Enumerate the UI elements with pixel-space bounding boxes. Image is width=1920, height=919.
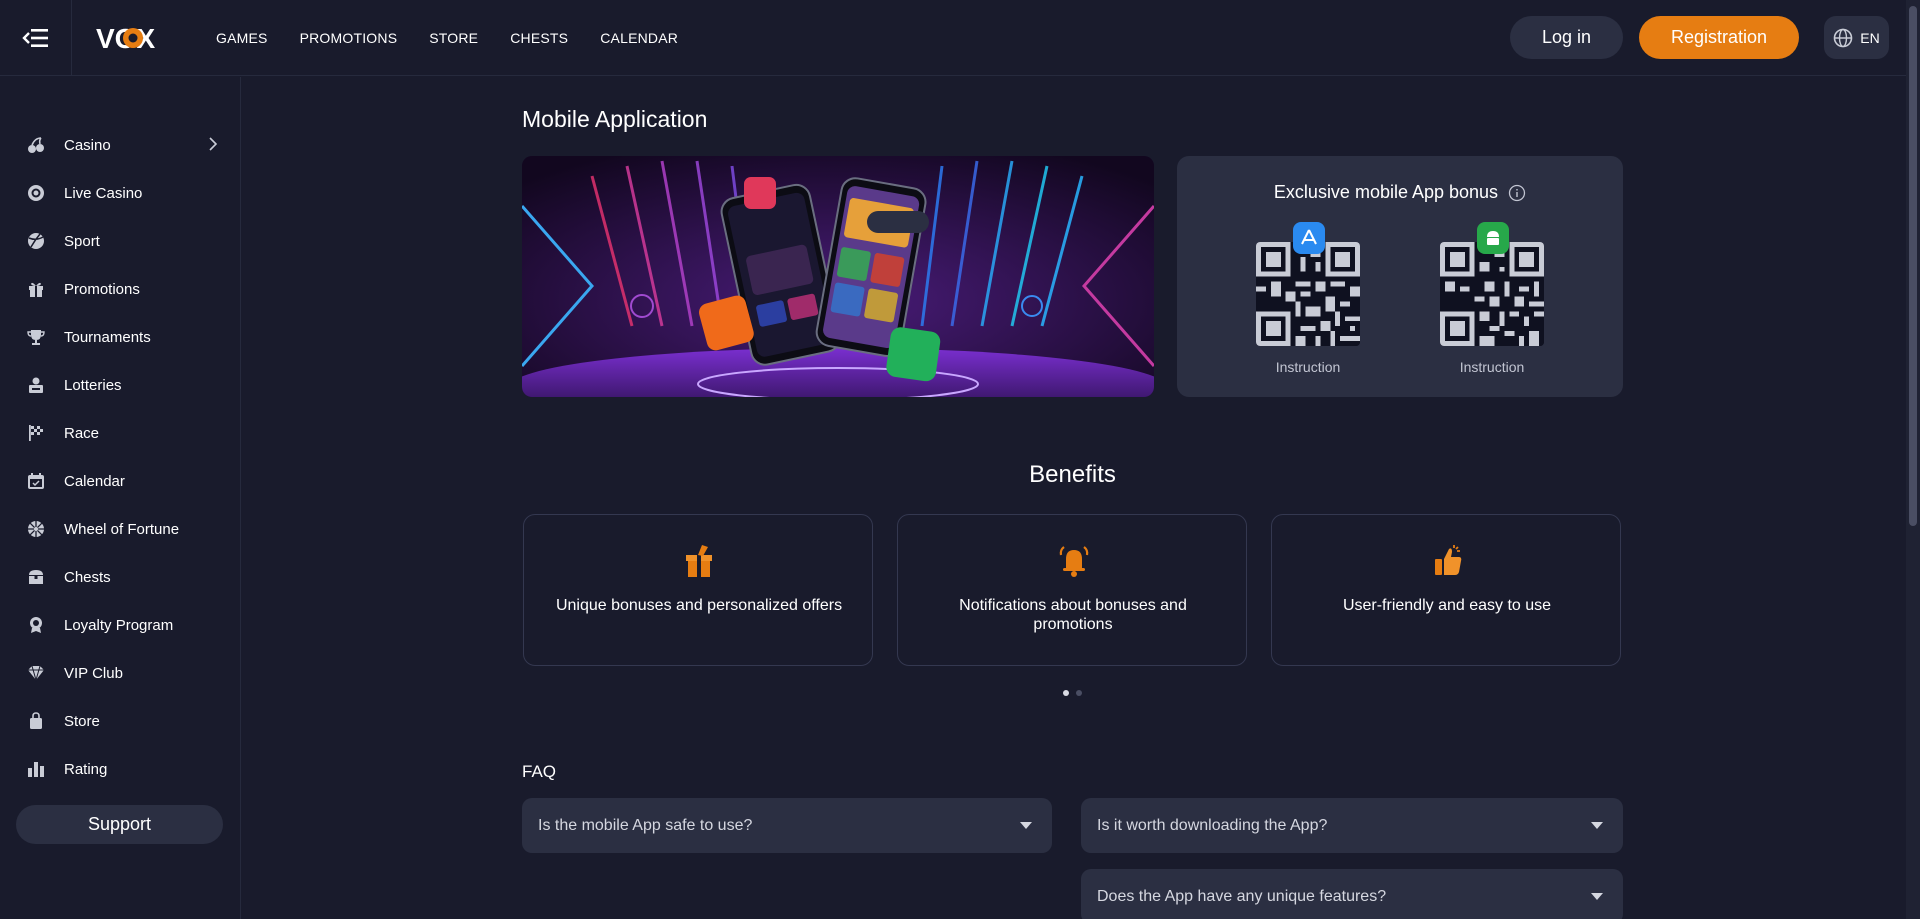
lottery-icon — [27, 376, 45, 394]
android-qr-block: Instruction — [1440, 222, 1544, 375]
benefit-card: Notifications about bonuses and promotio… — [897, 514, 1247, 666]
sidebar-item-lotteries[interactable]: Lotteries — [0, 365, 240, 405]
sidebar-item-label: Wheel of Fortune — [64, 520, 180, 538]
sidebar-item-rating[interactable]: Rating — [0, 749, 240, 789]
sidebar-item-label: Store — [64, 712, 100, 730]
caret-down-icon — [1020, 822, 1032, 829]
nav-games[interactable]: GAMES — [216, 30, 268, 46]
sidebar-item-label: Live Casino — [64, 184, 143, 202]
ios-instruction-link[interactable]: Instruction — [1256, 359, 1360, 375]
faq-item[interactable]: Does the App have any unique features? — [1081, 869, 1623, 919]
bonus-title: Exclusive mobile App bonus — [1273, 182, 1499, 202]
android-qr-code[interactable] — [1440, 242, 1544, 346]
sidebar-item-race[interactable]: Race — [0, 413, 240, 453]
sidebar-item-label: Tournaments — [64, 328, 151, 346]
sidebar-item-chests[interactable]: Chests — [0, 557, 240, 597]
sidebar-item-label: Race — [64, 424, 100, 442]
page-title: Mobile Application — [522, 106, 708, 132]
faq-question: Does the App have any unique features? — [1097, 887, 1387, 905]
benefits-title: Benefits — [1029, 461, 1116, 488]
benefit-text: User-friendly and easy to use — [1342, 597, 1552, 614]
pagination-dot-2[interactable] — [1076, 690, 1082, 696]
cherry-icon — [27, 136, 45, 154]
caret-down-icon — [1591, 893, 1603, 900]
globe-icon — [1833, 28, 1853, 47]
sidebar: Casino Live Casino Sport Promotions Tour… — [0, 77, 241, 919]
ios-qr-code[interactable] — [1256, 242, 1360, 346]
language-label: EN — [1860, 29, 1880, 46]
sidebar-item-casino[interactable]: Casino — [0, 125, 240, 165]
logo[interactable]: VOX — [96, 22, 168, 54]
gift-icon — [686, 545, 712, 577]
chip-icon — [27, 184, 45, 202]
nav-store[interactable]: STORE — [429, 30, 478, 46]
sidebar-item-label: Promotions — [64, 280, 140, 298]
chevron-right-icon — [209, 137, 218, 151]
sidebar-item-store[interactable]: Store — [0, 701, 240, 741]
gift-icon — [27, 280, 45, 298]
bonus-title-row: Exclusive mobile App bonus — [1177, 182, 1623, 203]
app-store-icon — [1293, 222, 1325, 254]
nav-promotions[interactable]: PROMOTIONS — [300, 30, 398, 46]
ios-qr-block: Instruction — [1256, 222, 1360, 375]
sidebar-item-label: Sport — [64, 232, 100, 250]
benefit-card: User-friendly and easy to use — [1271, 514, 1621, 666]
login-button[interactable]: Log in — [1510, 16, 1623, 59]
rating-icon — [27, 760, 45, 778]
faq-title: FAQ — [522, 762, 557, 781]
sidebar-item-live-casino[interactable]: Live Casino — [0, 173, 240, 213]
support-button[interactable]: Support — [16, 805, 223, 844]
page-scrollbar[interactable] — [1906, 0, 1920, 919]
sidebar-item-loyalty-program[interactable]: Loyalty Program — [0, 605, 240, 645]
pagination-dot-1[interactable] — [1063, 690, 1069, 696]
android-instruction-link[interactable]: Instruction — [1440, 359, 1544, 375]
sidebar-item-label: Casino — [64, 136, 111, 154]
nav-chests[interactable]: CHESTS — [510, 30, 568, 46]
sidebar-item-label: Rating — [64, 760, 108, 778]
sidebar-item-label: Chests — [64, 568, 111, 586]
sidebar-item-tournaments[interactable]: Tournaments — [0, 317, 240, 357]
caret-down-icon — [1591, 822, 1603, 829]
sidebar-item-wheel-of-fortune[interactable]: Wheel of Fortune — [0, 509, 240, 549]
benefit-text: Notifications about bonuses and promotio… — [959, 597, 1187, 633]
wheel-icon — [27, 520, 45, 538]
benefit-card: Unique bonuses and personalized offers — [523, 514, 873, 666]
benefit-text: Unique bonuses and personalized offers — [555, 597, 843, 614]
faq-question: Is it worth downloading the App? — [1097, 816, 1328, 834]
language-selector[interactable]: EN — [1824, 16, 1889, 59]
faq-item[interactable]: Is the mobile App safe to use? — [522, 798, 1052, 853]
android-icon — [1477, 222, 1509, 254]
top-bar: VOX GAMES PROMOTIONS STORE CHESTS CALEND… — [0, 0, 1906, 76]
chest-icon — [27, 568, 45, 586]
bag-icon — [27, 712, 45, 730]
faq-item[interactable]: Is it worth downloading the App? — [1081, 798, 1623, 853]
top-nav: GAMES PROMOTIONS STORE CHESTS CALENDAR — [216, 0, 678, 76]
scrollbar-thumb[interactable] — [1909, 6, 1917, 526]
flag-icon — [27, 424, 45, 442]
medal-icon — [27, 616, 45, 634]
thumbs-up-icon — [1435, 545, 1462, 575]
trophy-icon — [27, 328, 45, 346]
info-icon[interactable] — [1508, 184, 1526, 202]
app-promo-banner[interactable] — [522, 156, 1154, 397]
phones-illustration — [522, 156, 1154, 397]
sidebar-item-label: Lotteries — [64, 376, 122, 394]
sidebar-item-promotions[interactable]: Promotions — [0, 269, 240, 309]
diamond-icon — [27, 664, 45, 682]
sidebar-item-label: VIP Club — [64, 664, 123, 682]
bell-icon — [1059, 546, 1089, 577]
sidebar-item-vip-club[interactable]: VIP Club — [0, 653, 240, 693]
menu-collapse-icon — [21, 29, 48, 47]
registration-button[interactable]: Registration — [1639, 16, 1799, 59]
collapse-sidebar-button[interactable] — [0, 0, 72, 76]
nav-calendar[interactable]: CALENDAR — [600, 30, 678, 46]
mobile-bonus-card: Exclusive mobile App bonus Instruction I… — [1177, 156, 1623, 397]
faq-question: Is the mobile App safe to use? — [538, 816, 753, 834]
benefits-pagination — [1063, 690, 1082, 696]
vox-logo-icon: VOX — [96, 23, 155, 53]
sidebar-item-label: Loyalty Program — [64, 616, 174, 634]
ball-icon — [27, 232, 45, 250]
sidebar-item-sport[interactable]: Sport — [0, 221, 240, 261]
